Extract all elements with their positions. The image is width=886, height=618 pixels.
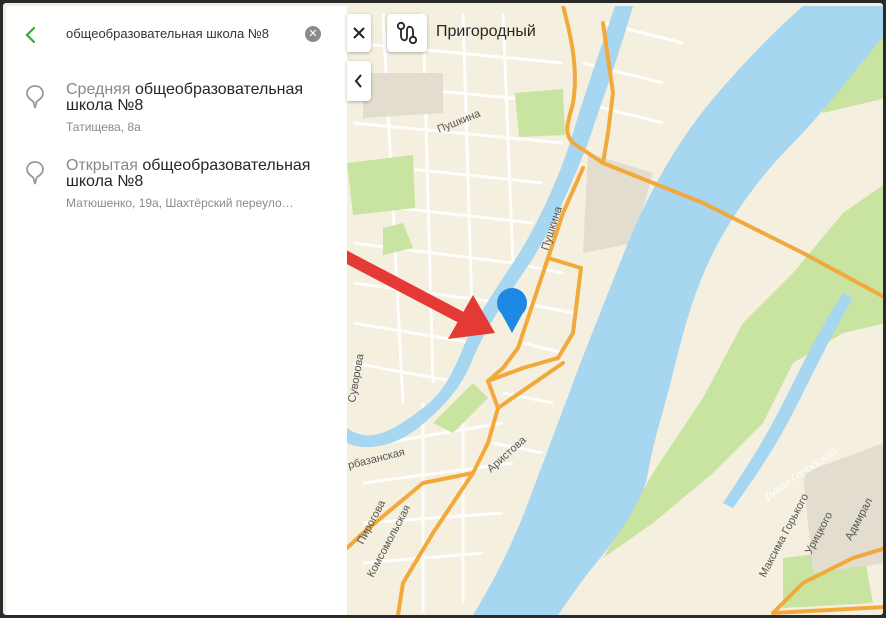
map-pin-outline-icon	[26, 85, 44, 109]
clear-search-button[interactable]: ✕	[305, 26, 321, 42]
close-circle-icon: ✕	[308, 28, 318, 40]
map-canvas[interactable]: Пушкина Пушкина Суворова рбазанская Арис…	[347, 6, 886, 615]
result-address: Татищева, 8а	[66, 120, 141, 134]
search-result-item[interactable]: Средняя общеобразовательная школа №8 Тат…	[6, 82, 347, 138]
close-map-panel-button[interactable]	[347, 14, 371, 52]
map-view[interactable]: Пушкина Пушкина Суворова рбазанская Арис…	[347, 6, 886, 615]
route-button[interactable]	[387, 14, 427, 52]
collapse-panel-button[interactable]	[347, 61, 371, 101]
search-result-item[interactable]: Открытая общеобразовательная школа №8 Ма…	[6, 158, 347, 214]
result-title: Открытая общеобразовательная школа №8	[66, 157, 311, 190]
result-title: Средняя общеобразовательная школа №8	[66, 81, 304, 114]
search-panel: ✕ Средняя общеобразовательная школа №8 Т…	[6, 6, 347, 615]
window-frame: ✕ Средняя общеобразовательная школа №8 Т…	[0, 0, 886, 618]
route-label[interactable]: Пригородный	[436, 23, 536, 41]
map-pin-outline-icon	[26, 161, 44, 185]
search-input[interactable]	[66, 26, 302, 41]
chevron-left-icon	[354, 74, 362, 88]
result-address: Матюшенко, 19а, Шахтёрский переуло…	[66, 196, 294, 210]
route-icon	[396, 21, 418, 45]
chevron-left-icon	[25, 26, 36, 44]
close-icon	[353, 27, 365, 39]
back-button[interactable]	[20, 24, 42, 46]
